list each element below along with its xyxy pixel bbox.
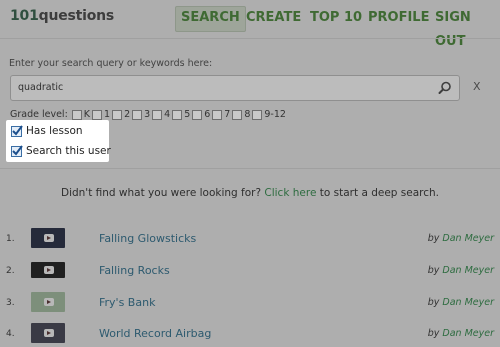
result-row: 2. Falling Rocks by Dan Meyer	[0, 260, 500, 284]
grade-4-checkbox[interactable]	[152, 109, 163, 120]
grade-k-label: K	[83, 109, 91, 120]
search-this-user-option[interactable]: Search this user	[11, 144, 111, 157]
result-number: 1.	[6, 234, 15, 244]
result-byline: by Dan Meyer	[428, 297, 494, 308]
deep-search-message: Didn't find what you were looking for? C…	[0, 187, 500, 199]
result-byline: by Dan Meyer	[428, 233, 494, 244]
by-label: by	[427, 265, 440, 276]
grade-8-label: 8	[244, 109, 251, 120]
result-author[interactable]: Dan Meyer	[442, 265, 494, 276]
play-icon	[44, 234, 54, 242]
by-label: by	[427, 233, 440, 244]
logo[interactable]: 101questions	[10, 8, 114, 24]
checkmark-icon	[12, 124, 23, 136]
deep-search-suffix: to start a deep search.	[319, 187, 440, 199]
deep-search-prefix: Didn't find what you were looking for?	[60, 187, 262, 199]
clear-search-button[interactable]: X	[473, 80, 481, 93]
section-divider	[0, 168, 500, 169]
result-row: 1. Falling Glowsticks by Dan Meyer	[0, 228, 500, 252]
grade-2-label: 2	[124, 109, 131, 120]
has-lesson-checkbox[interactable]	[11, 124, 23, 137]
nav-sign-out[interactable]: SIGN OUT	[435, 6, 500, 49]
result-row: 3. Fry's Bank by Dan Meyer	[0, 292, 500, 316]
top-bar: 101questions SEARCH CREATE TOP 10 PROFIL…	[0, 0, 500, 49]
search-this-user-label: Search this user	[26, 145, 111, 157]
grade-4-label: 4	[164, 109, 171, 120]
header-divider	[0, 38, 500, 39]
result-title[interactable]: Falling Rocks	[99, 264, 170, 277]
nav-create[interactable]: CREATE	[246, 6, 301, 30]
search-query-label: Enter your search query or keywords here…	[9, 58, 213, 69]
by-label: by	[427, 328, 440, 339]
result-author[interactable]: Dan Meyer	[442, 297, 494, 308]
play-icon	[44, 329, 54, 337]
grade-level-filter: Grade level: K 1 2 3 4 5 6 7 8 9-12	[10, 109, 286, 120]
grade-7-label: 7	[224, 109, 231, 120]
grade-1-checkbox[interactable]	[92, 109, 103, 120]
grade-2-checkbox[interactable]	[112, 109, 123, 120]
result-row: 4. World Record Airbag by Dan Meyer	[0, 323, 500, 347]
search-this-user-checkbox[interactable]	[11, 144, 23, 157]
grade-1-label: 1	[104, 109, 111, 120]
result-title[interactable]: World Record Airbag	[99, 327, 211, 340]
grade-7-checkbox[interactable]	[212, 109, 223, 120]
grade-level-label: Grade level:	[10, 109, 68, 120]
logo-number: 101	[10, 8, 39, 24]
result-byline: by Dan Meyer	[428, 265, 494, 276]
grade-6-label: 6	[204, 109, 211, 120]
result-title[interactable]: Falling Glowsticks	[99, 232, 196, 245]
result-number: 2.	[6, 266, 15, 276]
nav-profile[interactable]: PROFILE	[368, 6, 429, 30]
grade-9-12-checkbox[interactable]	[252, 109, 263, 120]
nav-top-10[interactable]: TOP 10	[310, 6, 362, 30]
nav-search[interactable]: SEARCH	[175, 6, 246, 32]
deep-search-link[interactable]: Click here	[264, 187, 316, 199]
grade-k-checkbox[interactable]	[71, 109, 82, 120]
grade-6-checkbox[interactable]	[192, 109, 203, 120]
grade-3-checkbox[interactable]	[132, 109, 143, 120]
result-author[interactable]: Dan Meyer	[442, 328, 494, 339]
grade-5-label: 5	[184, 109, 191, 120]
search-input-value: quadratic	[18, 82, 64, 93]
logo-word: questions	[38, 8, 115, 24]
by-label: by	[427, 297, 440, 308]
grade-8-checkbox[interactable]	[232, 109, 243, 120]
result-byline: by Dan Meyer	[428, 328, 494, 339]
result-title[interactable]: Fry's Bank	[99, 296, 155, 309]
grade-5-checkbox[interactable]	[172, 109, 183, 120]
has-lesson-label: Has lesson	[26, 125, 83, 137]
result-number: 4.	[6, 329, 15, 339]
play-icon	[44, 266, 54, 274]
play-icon	[44, 298, 54, 306]
grade-9-12-label: 9-12	[264, 109, 286, 120]
result-author[interactable]: Dan Meyer	[442, 233, 494, 244]
has-lesson-option[interactable]: Has lesson	[11, 124, 83, 137]
search-icon[interactable]	[437, 80, 453, 96]
result-number: 3.	[6, 298, 15, 308]
checkmark-icon	[12, 144, 23, 156]
grade-3-label: 3	[144, 109, 151, 120]
search-input[interactable]: quadratic	[10, 75, 460, 101]
